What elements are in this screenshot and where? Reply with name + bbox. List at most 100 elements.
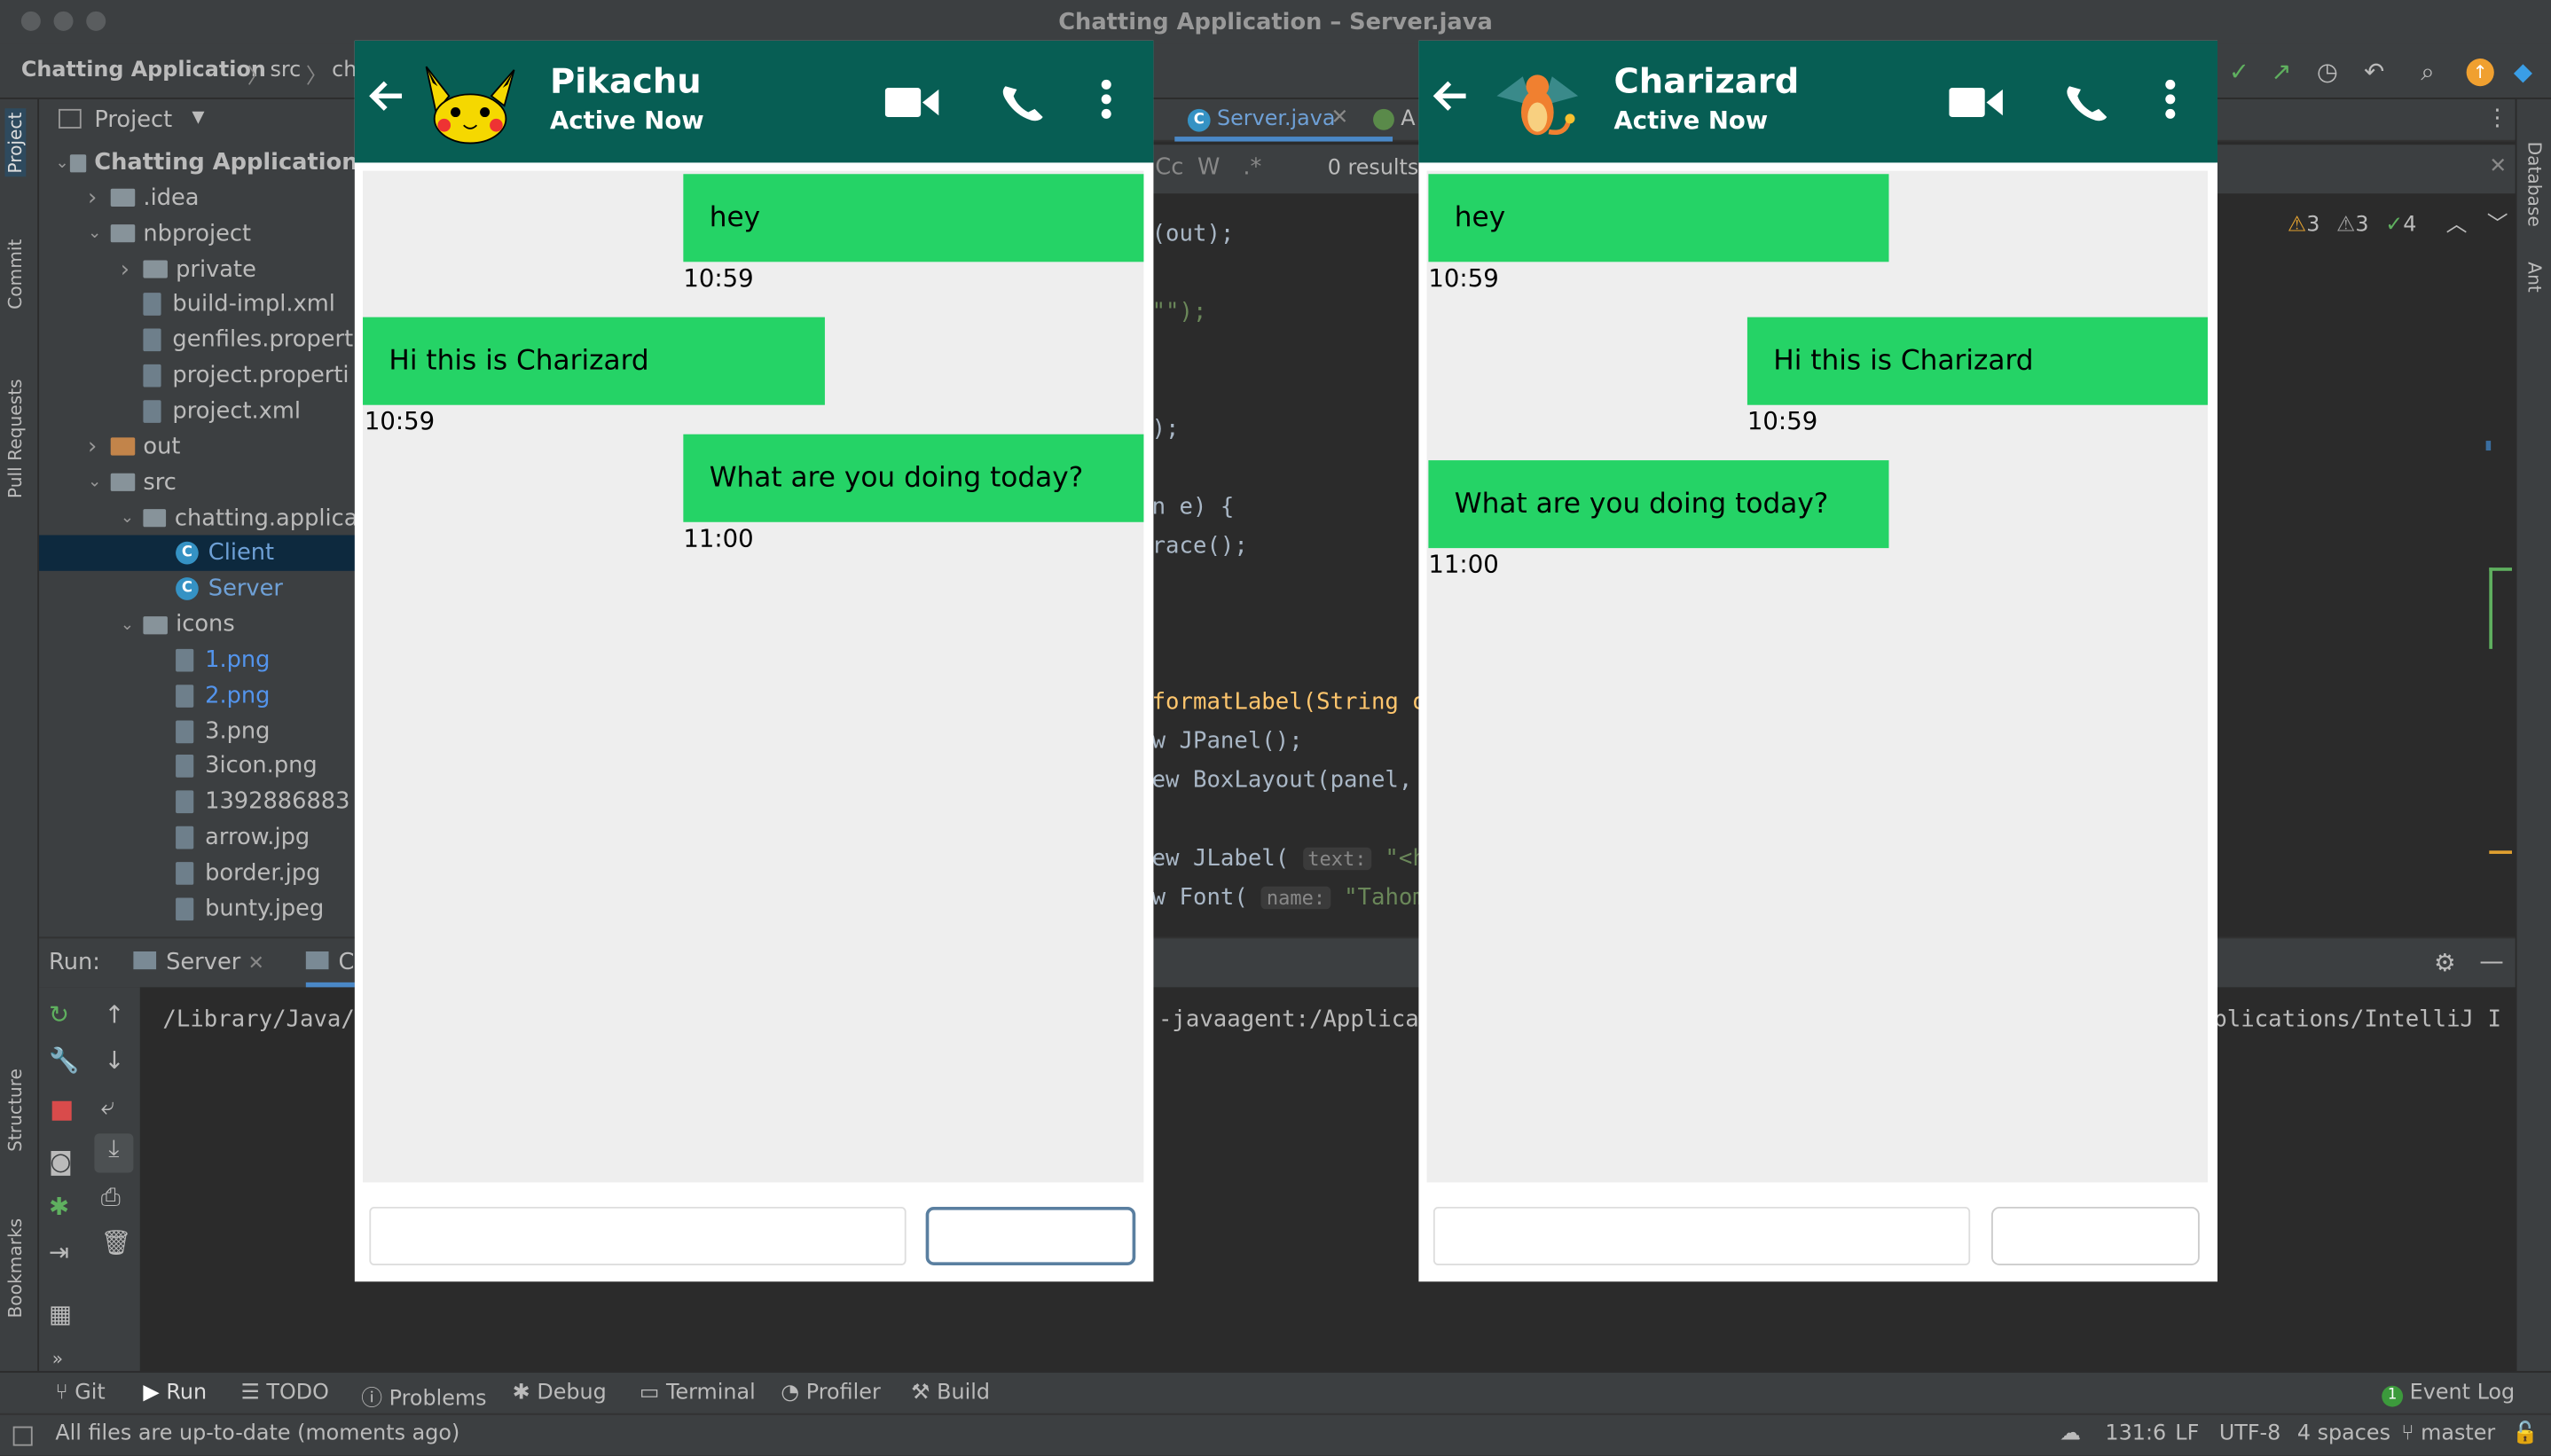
pull-requests-tool-tab[interactable]: Pull Requests [5,379,27,498]
soft-wrap-icon[interactable]: ⤶ [101,1092,114,1121]
toggle-tool-windows-icon[interactable] [12,1426,33,1446]
video-call-icon[interactable] [1949,86,2004,119]
tree-item[interactable]: 1392886883 [39,785,358,820]
whole-word-toggle[interactable]: W [1197,154,1220,180]
debug-icon[interactable]: ✱ [49,1192,69,1221]
tree-item[interactable]: › out [39,429,358,465]
tree-item[interactable]: C Server [39,571,358,607]
code-line[interactable]: ew BoxLayout(panel, [1152,768,1413,794]
message-input[interactable] [1432,1206,1971,1265]
camera-icon[interactable]: ◙ [49,1147,73,1176]
lock-icon[interactable]: 🔓 [2512,1421,2539,1446]
git-tab[interactable]: ⑂ Git [55,1381,105,1405]
back-arrow-icon[interactable] [368,80,404,113]
caret-position[interactable]: 131:6 [2105,1421,2166,1446]
close-icon[interactable]: ✕ [2489,154,2507,179]
breadcrumb-package[interactable]: ch [332,59,357,83]
code-line[interactable]: n e) { [1152,495,1235,521]
tree-item[interactable]: bunty.jpeg [39,891,358,927]
expand-icon[interactable]: » [52,1349,63,1370]
rerun-icon[interactable]: ↻ [49,1000,69,1029]
more-vert-icon[interactable]: ⋮ [2486,106,2509,131]
indent-setting[interactable]: 4 spaces [2297,1421,2390,1446]
sync-icon[interactable]: ☁ [2060,1421,2081,1446]
tree-item[interactable]: project.xml [39,394,358,429]
tab-server-java[interactable]: C Server.java ✕ [1174,99,1393,142]
inspection-widget[interactable]: ⚠3 ⚠3 ✓4 ︿ ﹀ [2288,207,2508,238]
chevron-right-icon[interactable]: › [88,434,111,459]
close-icon[interactable]: ✕ [1330,106,1348,130]
tree-item[interactable]: border.jpg [39,856,358,891]
search-icon[interactable]: ⌕ [2421,57,2434,86]
layout-icon[interactable]: ▦ [49,1300,72,1329]
print-icon[interactable]: ⎙ [101,1182,121,1211]
match-case-toggle[interactable]: Cc [1155,154,1183,180]
tree-item[interactable]: 1.png [39,642,358,677]
tree-item[interactable]: ⌄ src [39,465,358,500]
code-line[interactable]: ); [1152,417,1180,442]
more-vert-icon[interactable] [2163,78,2177,121]
updates-icon[interactable]: ↑ [2466,59,2494,87]
run-tab-client[interactable]: C [305,950,355,988]
tree-item[interactable]: ⌄ chatting.applica [39,500,358,536]
debug-tab[interactable]: ✱ Debug [513,1381,607,1405]
tab-other[interactable]: A [1373,107,1416,132]
file-encoding[interactable]: UTF-8 [2219,1421,2281,1446]
chevron-right-icon[interactable]: › [121,256,144,282]
code-line[interactable]: ew JLabel( text: "<htm [1152,846,1454,872]
bookmarks-tool-tab[interactable]: Bookmarks [5,1218,27,1319]
tree-item[interactable]: ⌄ Chatting Application [39,145,357,180]
minimize-window-button[interactable] [53,11,74,31]
settings-gear-icon[interactable]: ⚙ [2434,948,2456,977]
commit-tool-tab[interactable]: Commit [5,239,27,309]
breadcrumb-project[interactable]: Chatting Application [21,59,266,83]
scroll-to-end-icon[interactable]: ⤓ [94,1133,134,1173]
chevron-down-icon[interactable]: ⌄ [121,509,143,527]
breadcrumb-src[interactable]: src [270,59,301,83]
tree-item[interactable]: 2.png [39,677,358,713]
event-log-tab[interactable]: 1 Event Log [2382,1381,2515,1407]
database-tool-tab[interactable]: Database [2524,142,2545,227]
tree-item[interactable]: arrow.jpg [39,820,358,856]
code-line[interactable]: w Font( name: "Tahoma [1152,885,1440,911]
run-tab-server[interactable]: Server ✕ [133,950,264,976]
send-button[interactable] [1991,1206,2200,1265]
vcs-push-icon[interactable]: ↗ [2272,57,2292,86]
chevron-down-icon[interactable]: ⌄ [88,474,111,491]
vcs-commit-icon[interactable]: ✓ [2229,57,2249,86]
arrow-up-icon[interactable]: ↑ [104,1000,124,1029]
chevron-down-icon[interactable]: ⌄ [55,153,70,171]
project-view-selector[interactable]: Project [94,107,172,133]
toolbox-icon[interactable]: ◆ [2514,57,2532,86]
project-tool-tab[interactable]: Project [4,108,27,177]
tree-item[interactable]: 3.png [39,713,358,748]
code-line[interactable]: (out); [1152,221,1235,247]
structure-tool-tab[interactable]: Structure [5,1069,27,1152]
regex-toggle[interactable]: .* [1243,154,1261,180]
chevron-down-icon[interactable]: ⌄ [121,615,144,633]
login-icon[interactable]: ⇥ [49,1238,69,1267]
stop-icon[interactable] [51,1100,72,1121]
chevron-down-icon[interactable]: ⌄ [88,224,111,242]
todo-tab[interactable]: ☰ TODO [240,1381,328,1405]
code-line[interactable]: ""); [1152,299,1207,325]
arrow-down-icon[interactable]: ↓ [104,1045,124,1075]
run-tab[interactable]: ▶ Run [143,1381,207,1405]
profiler-tab[interactable]: ◔ Profiler [781,1381,880,1405]
git-branch[interactable]: ⑂ master [2401,1421,2495,1446]
wrench-icon[interactable]: 🔧 [49,1045,79,1075]
history-icon[interactable]: ◷ [2317,57,2338,86]
chevron-right-icon[interactable]: › [88,185,111,211]
minimize-icon[interactable]: — [2479,946,2504,975]
problems-tab[interactable]: ⓘ Problems [361,1381,486,1413]
tree-item[interactable]: ⌄ icons [39,607,358,642]
trash-icon[interactable]: 🗑 [101,1228,132,1257]
terminal-tab[interactable]: ▭ Terminal [640,1381,756,1405]
code-line[interactable]: race(); [1152,534,1248,560]
code-line[interactable]: w JPanel(); [1152,729,1303,755]
maximize-window-button[interactable] [86,11,106,31]
send-button[interactable] [925,1206,1136,1265]
tree-item[interactable]: project.properti [39,358,358,394]
tree-item[interactable]: › private [39,251,358,286]
more-vert-icon[interactable] [1100,78,1113,121]
